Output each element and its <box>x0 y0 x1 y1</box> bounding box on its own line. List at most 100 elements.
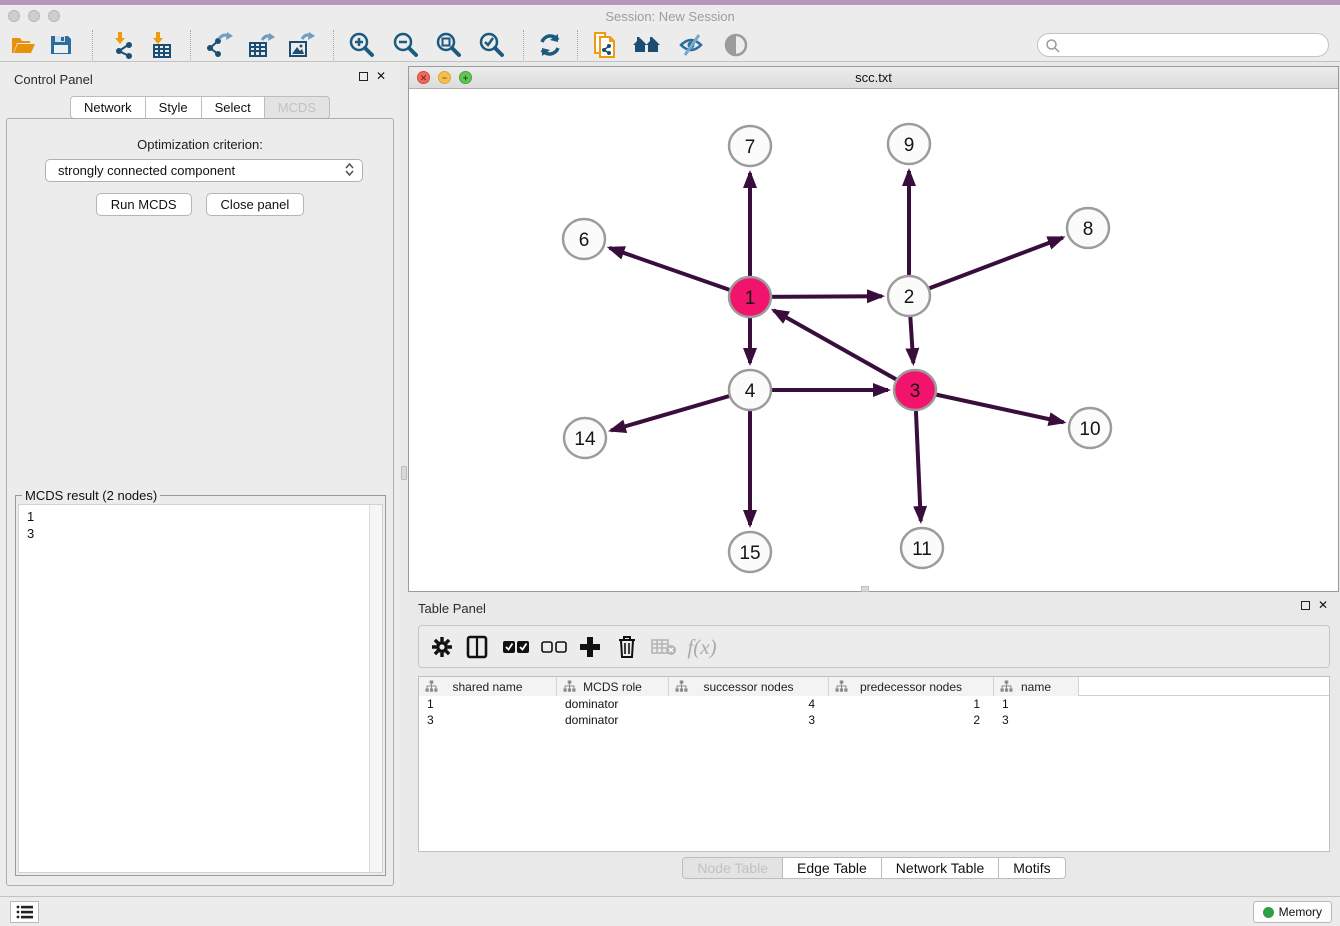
mcds-result-textarea[interactable]: 1 3 <box>18 504 383 873</box>
function-builder-icon: f(x) <box>687 633 717 661</box>
result-scrollbar[interactable] <box>369 505 382 872</box>
show-graphics-details-icon[interactable] <box>721 31 751 59</box>
node-table[interactable]: shared nameMCDS rolesuccessor nodesprede… <box>418 676 1330 852</box>
optimization-criterion-select[interactable]: strongly connected component <box>45 159 363 182</box>
export-network-icon[interactable] <box>205 31 235 59</box>
toolbar-separator <box>523 30 524 60</box>
edge-2-8[interactable] <box>909 238 1063 296</box>
node-table-body: 1dominator4113dominator323 <box>419 696 1329 728</box>
float-panel-icon[interactable] <box>359 72 368 81</box>
node-label: 9 <box>904 135 915 156</box>
column-header-MCDS-role[interactable]: MCDS role <box>557 677 669 696</box>
duplicate-network-icon[interactable] <box>590 31 620 59</box>
vertical-splitter[interactable] <box>400 62 408 896</box>
node-label: 15 <box>739 543 760 564</box>
column-header-shared-name[interactable]: shared name <box>419 677 557 696</box>
node-2[interactable]: 2 <box>888 276 930 316</box>
node-7[interactable]: 7 <box>729 126 771 166</box>
network-window: ✕ − + scc.txt 7 9 6 8 1 2 4 3 14 10 15 11 <box>408 66 1339 592</box>
export-table-icon[interactable] <box>246 31 276 59</box>
column-header-predecessor-nodes[interactable]: predecessor nodes <box>829 677 994 696</box>
close-panel-icon[interactable]: ✕ <box>376 71 386 81</box>
save-session-icon[interactable] <box>46 31 76 59</box>
close-table-panel-icon[interactable]: ✕ <box>1318 600 1328 610</box>
table-cell[interactable]: 3 <box>669 712 829 728</box>
show-columns-icon[interactable] <box>462 633 492 661</box>
table-cell[interactable]: 1 <box>994 696 1079 712</box>
table-row[interactable]: 3dominator323 <box>419 712 1329 728</box>
zoom-fit-icon[interactable] <box>434 31 464 59</box>
tab-style[interactable]: Style <box>145 96 202 119</box>
network-canvas[interactable]: 7 9 6 8 1 2 4 3 14 10 15 11 <box>409 89 1338 591</box>
edge-3-1[interactable] <box>774 310 916 390</box>
edge-1-6[interactable] <box>610 248 751 297</box>
column-header-successor-nodes[interactable]: successor nodes <box>669 677 829 696</box>
table-tab-network-table[interactable]: Network Table <box>881 857 999 879</box>
table-cell[interactable]: dominator <box>557 712 669 728</box>
table-cell[interactable]: 4 <box>669 696 829 712</box>
node-3[interactable]: 3 <box>894 370 936 410</box>
table-cell[interactable]: 2 <box>829 712 994 728</box>
optimization-criterion-value: strongly connected component <box>58 163 235 178</box>
table-tab-node-table[interactable]: Node Table <box>682 857 783 879</box>
node-9[interactable]: 9 <box>888 124 930 164</box>
node-6[interactable]: 6 <box>563 219 605 259</box>
node-4[interactable]: 4 <box>729 370 771 410</box>
search-input[interactable] <box>1064 36 1322 54</box>
table-tab-motifs[interactable]: Motifs <box>998 857 1065 879</box>
splitter-grip[interactable] <box>401 466 407 480</box>
run-mcds-button[interactable]: Run MCDS <box>96 193 192 216</box>
select-all-icon[interactable] <box>501 633 531 661</box>
add-column-icon[interactable] <box>575 633 605 661</box>
node-label: 4 <box>745 381 756 402</box>
show-all-networks-icon[interactable] <box>632 31 662 59</box>
node-label: 7 <box>745 137 756 158</box>
node-1[interactable]: 1 <box>729 277 771 317</box>
status-bar: Memory <box>0 896 1340 926</box>
column-header-name[interactable]: name <box>994 677 1079 696</box>
tab-select[interactable]: Select <box>201 96 265 119</box>
node-10[interactable]: 10 <box>1069 408 1111 448</box>
tab-network[interactable]: Network <box>70 96 146 119</box>
window-title: Session: New Session <box>0 9 1340 24</box>
table-mode-gear-icon[interactable] <box>427 633 457 661</box>
memory-button[interactable]: Memory <box>1253 901 1332 923</box>
export-image-icon[interactable] <box>286 31 316 59</box>
deselect-all-icon[interactable] <box>539 633 569 661</box>
table-cell[interactable]: 1 <box>829 696 994 712</box>
node-14[interactable]: 14 <box>564 418 606 458</box>
open-session-icon[interactable] <box>8 31 38 59</box>
table-row[interactable]: 1dominator411 <box>419 696 1329 712</box>
float-table-panel-icon[interactable] <box>1301 601 1310 610</box>
table-cell[interactable]: dominator <box>557 696 669 712</box>
zoom-out-icon[interactable] <box>391 31 421 59</box>
network-window-titlebar[interactable]: ✕ − + scc.txt <box>409 67 1338 89</box>
zoom-in-icon[interactable] <box>347 31 377 59</box>
table-toolbar: f(x) <box>418 625 1330 668</box>
node-15[interactable]: 15 <box>729 532 771 572</box>
search-icon <box>1045 38 1061 54</box>
search-box[interactable] <box>1037 33 1329 57</box>
network-title: scc.txt <box>409 70 1338 85</box>
table-tab-edge-table[interactable]: Edge Table <box>782 857 882 879</box>
import-table-icon[interactable] <box>146 31 176 59</box>
hide-selected-icon[interactable] <box>677 31 707 59</box>
control-panel-tabs: NetworkStyleSelectMCDS <box>0 96 400 119</box>
task-history-button[interactable] <box>10 901 39 923</box>
table-panel-title: Table Panel <box>418 601 486 616</box>
refresh-icon[interactable] <box>535 31 565 59</box>
tab-mcds[interactable]: MCDS <box>264 96 330 119</box>
node-8[interactable]: 8 <box>1067 208 1109 248</box>
close-panel-button[interactable]: Close panel <box>206 193 305 216</box>
table-cell[interactable]: 1 <box>419 696 557 712</box>
table-cell[interactable]: 3 <box>419 712 557 728</box>
edge-3-10[interactable] <box>915 390 1064 422</box>
zoom-selected-icon[interactable] <box>477 31 507 59</box>
import-network-icon[interactable] <box>108 31 138 59</box>
mcds-panel: Optimization criterion: strongly connect… <box>6 118 394 886</box>
toolbar-separator <box>190 30 191 60</box>
node-11[interactable]: 11 <box>901 528 943 568</box>
table-cell[interactable]: 3 <box>994 712 1079 728</box>
delete-columns-icon[interactable] <box>612 633 642 661</box>
mcds-result-line: 3 <box>27 525 374 542</box>
